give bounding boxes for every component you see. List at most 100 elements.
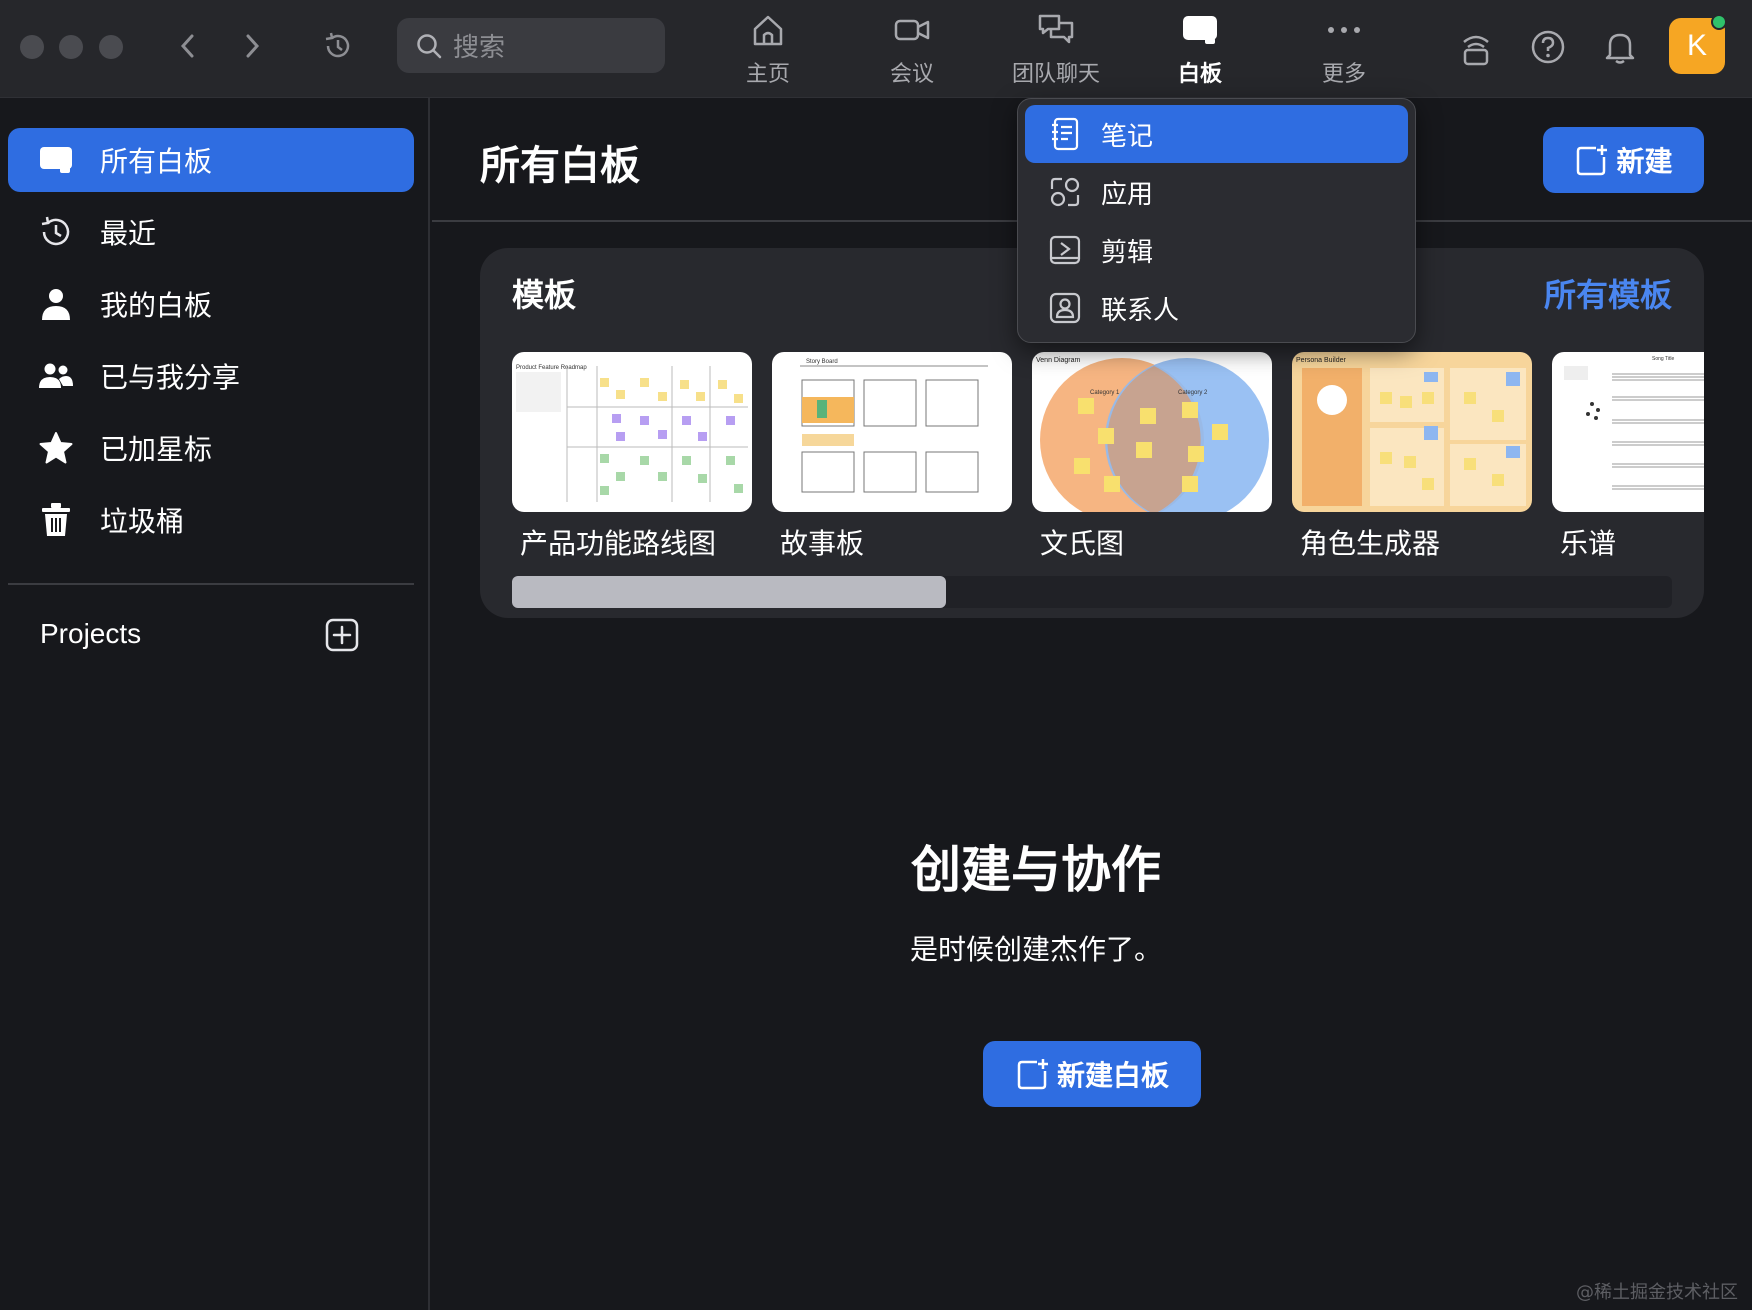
sidebar-item-label: 已加星标 [100,433,213,466]
template-name: 角色生成器 [1300,527,1441,560]
create-button-label: 新建白板 [1056,1059,1169,1092]
create-whiteboard-button[interactable]: 新建白板 [983,1041,1201,1107]
back-button[interactable] [168,26,208,66]
menu-item-label: 剪辑 [1101,237,1154,268]
apps-icon [1050,177,1080,207]
search-placeholder: 搜索 [453,33,506,63]
menu-item-label: 笔记 [1101,121,1154,152]
template-card-sheet-music[interactable]: Song Title 乐谱 [1552,352,1704,562]
venn-category-1: Category 1 [1090,390,1120,396]
sidebar-item-all-whiteboards[interactable]: 所有白板 [8,128,414,192]
history-button[interactable] [318,26,358,66]
tab-meetings-label: 会议 [889,62,934,87]
window-close-button[interactable] [20,35,44,59]
templates-scrollbar[interactable] [512,576,1672,608]
menu-item-contacts[interactable]: 联系人 [1025,279,1408,337]
help-icon [1531,30,1565,64]
template-name: 故事板 [780,527,865,560]
search-icon [417,33,442,58]
whiteboard-dropdown-menu: 笔记 应用 剪辑 联系人 [1017,98,1416,343]
empty-state-subtitle: 是时候创建杰作了。 [909,933,1162,966]
sidebar-item-label: 垃圾桶 [100,505,185,538]
whiteboard-icon [1183,16,1217,44]
avatar-initial: K [1686,29,1707,62]
sidebar-item-label: 已与我分享 [100,361,241,394]
video-icon [894,19,930,41]
device-button[interactable] [1455,26,1497,68]
sidebar: 所有白板 最近 我的白板 已与我分享 已加星标 垃圾桶 Projects [0,98,430,1310]
whiteboard-icon [40,147,72,173]
window-minimize-button[interactable] [59,35,83,59]
home-icon [753,15,783,46]
sidebar-item-label: 所有白板 [100,145,213,178]
tab-whiteboards[interactable]: 白板 [1140,10,1260,90]
template-thumbnail: Product Feature Roadmap [512,352,752,512]
menu-item-label: 联系人 [1101,295,1180,326]
chevron-left-icon [180,34,194,58]
persona-thumb-title: Persona Builder [1296,357,1346,364]
sidebar-item-label: 我的白板 [100,289,213,322]
new-whiteboard-button[interactable]: 新建 [1543,127,1704,193]
menu-item-label: 应用 [1101,179,1154,210]
template-card-persona[interactable]: Persona Builder 角色生成器 [1292,352,1532,562]
notifications-button[interactable] [1599,26,1641,68]
forward-button[interactable] [232,26,272,66]
template-name: 乐谱 [1560,527,1617,560]
more-icon [1328,27,1360,33]
title-bar: 搜索 主页 会议 团队聊天 白板 更多 K [0,0,1752,98]
template-thumbnail: Venn Diagram Category 1 Category 2 [1032,352,1272,512]
menu-item-clips[interactable]: 剪辑 [1025,221,1408,279]
tab-home[interactable]: 主页 [708,10,828,90]
template-card-venn[interactable]: Venn Diagram Category 1 Category 2 文氏图 [1032,352,1272,562]
sidebar-divider [8,583,414,585]
template-card-storyboard[interactable]: Story Board 故事板 [772,352,1012,562]
window-zoom-button[interactable] [99,35,123,59]
template-thumbnail: Story Board [772,352,1012,512]
star-icon [39,432,73,464]
tab-home-label: 主页 [745,62,790,87]
roadmap-thumb-title: Product Feature Roadmap [516,365,587,371]
notes-icon [1052,117,1079,151]
sidebar-item-label: 最近 [100,217,157,250]
templates-scrollbar-thumb[interactable] [512,576,946,608]
person-icon [42,289,70,320]
help-button[interactable] [1527,26,1569,68]
trash-icon [42,503,70,536]
chat-icon [1038,14,1074,44]
contacts-icon [1049,292,1081,324]
people-icon [39,363,73,388]
chevron-right-icon [246,34,260,58]
template-name: 文氏图 [1040,527,1125,560]
venn-thumb-title: Venn Diagram [1036,357,1081,364]
tab-whiteboards-label: 白板 [1177,62,1222,87]
empty-state-title: 创建与协作 [911,841,1161,899]
add-project-button[interactable] [325,618,359,652]
tab-team-chat[interactable]: 团队聊天 [996,10,1116,90]
sheet-music-thumb-title: Song Title [1652,356,1674,362]
menu-item-apps[interactable]: 应用 [1025,163,1408,221]
page-title: 所有白板 [480,143,640,189]
sidebar-item-recent[interactable]: 最近 [8,200,414,264]
sidebar-item-shared-with-me[interactable]: 已与我分享 [8,344,414,408]
storyboard-thumb-title: Story Board [806,359,838,365]
menu-item-notes[interactable]: 笔记 [1025,105,1408,163]
watermark: @稀土掘金技术社区 [1576,1282,1738,1303]
template-card-roadmap[interactable]: Product Feature Roadmap 产品功能路线图 [512,352,752,562]
tab-team-chat-label: 团队聊天 [1011,62,1100,87]
sidebar-item-trash[interactable]: 垃圾桶 [8,488,414,552]
tab-more[interactable]: 更多 [1284,10,1404,90]
tab-meetings[interactable]: 会议 [852,10,972,90]
sidebar-item-starred[interactable]: 已加星标 [8,416,414,480]
clips-icon [1049,235,1081,265]
plus-square-icon [325,618,359,652]
device-icon [1463,35,1489,66]
projects-label: Projects [40,618,142,649]
new-board-icon [1577,145,1608,176]
template-thumbnail: Song Title [1552,352,1704,512]
new-board-icon [1017,1059,1048,1090]
all-templates-link[interactable]: 所有模板 [1544,270,1672,316]
clock-icon [41,216,70,246]
sidebar-item-my-whiteboards[interactable]: 我的白板 [8,272,414,336]
search-input[interactable]: 搜索 [397,18,665,73]
tab-more-label: 更多 [1321,62,1366,87]
